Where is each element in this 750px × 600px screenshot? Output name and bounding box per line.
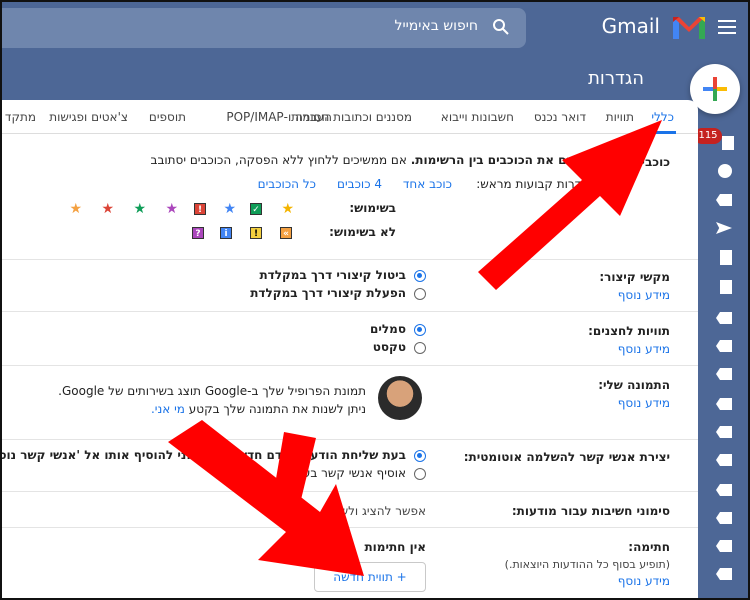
preset-1-star[interactable]: כוכב אחד bbox=[403, 177, 452, 191]
clock-icon[interactable] bbox=[718, 164, 732, 178]
orange-guillemet-icon[interactable]: » bbox=[280, 227, 292, 239]
auto-contacts-off-label: אוסיף אנשי קשר בע... bbox=[291, 466, 406, 480]
label-icon[interactable] bbox=[716, 454, 732, 466]
shortcuts-off-label: ביטול קיצורי דרך במקלדת bbox=[259, 268, 406, 282]
shortcuts-on-radio[interactable] bbox=[414, 288, 426, 300]
trash-icon[interactable] bbox=[720, 280, 732, 294]
importance-row: סימוני חשיבות עבור מודעות: אפשר להציג ול… bbox=[2, 492, 698, 528]
preset-all-stars[interactable]: כל הכוכבים bbox=[258, 177, 316, 191]
active-tab-indicator bbox=[642, 131, 676, 134]
purple-star-icon[interactable]: ★ bbox=[165, 202, 178, 216]
page-title: הגדרות bbox=[588, 68, 644, 89]
signature-more-info-link[interactable]: מידע נוסף bbox=[618, 574, 670, 588]
search-box[interactable]: חיפוש באימייל bbox=[2, 8, 526, 48]
inbox-icon[interactable] bbox=[722, 136, 734, 150]
plus-icon: + bbox=[392, 570, 407, 584]
label-icon[interactable] bbox=[716, 312, 732, 324]
label-icon[interactable] bbox=[716, 540, 732, 552]
signature-label: חתימה: bbox=[628, 540, 670, 554]
avatar[interactable] bbox=[378, 376, 422, 420]
important-icon[interactable] bbox=[716, 194, 732, 206]
create-new-button-label: תווית חדשה bbox=[333, 570, 393, 584]
search-input[interactable]: חיפוש באימייל bbox=[394, 18, 478, 34]
stars-label: כוכבים: bbox=[628, 155, 670, 169]
screenshot-frame: { "topbar": { "app_name": "Gmail", "sear… bbox=[0, 0, 750, 600]
settings-panel: כללי תוויות דואר נכנס חשבונות וייבוא מסנ… bbox=[2, 100, 698, 598]
tab-forwarding[interactable]: העברה ו-POP/IMAP bbox=[226, 110, 332, 124]
preset-4-stars[interactable]: 4 כוכבים bbox=[337, 177, 382, 191]
text-radio[interactable] bbox=[414, 342, 426, 354]
stars-description: גוררים את הכוכבים בין הרשימות. אם ממשיכי… bbox=[151, 153, 595, 167]
red-bang-icon[interactable]: ! bbox=[194, 203, 206, 215]
red-star-icon[interactable]: ★ bbox=[101, 202, 114, 216]
in-use-label: בשימוש: bbox=[349, 201, 396, 215]
presets-label: הגדרות קבועות מראש: bbox=[476, 177, 594, 191]
not-in-use-label: לא בשימוש: bbox=[329, 225, 396, 239]
auto-contacts-on-radio[interactable] bbox=[414, 450, 426, 462]
signature-sublabel: (תופיע בסוף כל ההודעות היוצאות.) bbox=[504, 558, 670, 571]
tab-chat[interactable]: צ'אטים ופגישות bbox=[49, 110, 128, 124]
label-icon[interactable] bbox=[716, 512, 732, 524]
main-menu-icon[interactable] bbox=[716, 16, 738, 38]
tab-addons[interactable]: תוספים bbox=[149, 110, 186, 124]
text-label: טקסט bbox=[372, 340, 406, 354]
create-new-button[interactable]: + תווית חדשה bbox=[314, 562, 426, 592]
icons-label: סמלים bbox=[370, 322, 406, 336]
auto-contacts-row: יצירת אנשי קשר להשלמה אוטומטית: בעת שליח… bbox=[2, 440, 698, 492]
shortcuts-more-info-link[interactable]: מידע נוסף bbox=[618, 288, 670, 302]
send-icon[interactable] bbox=[716, 222, 732, 234]
my-picture-row: התמונה שלי: מידע נוסף תמונת הפרופיל שלך … bbox=[2, 366, 698, 440]
stars-description-text: אם ממשיכים ללחוץ ללא הפסקה, הכוכבים יסתו… bbox=[150, 153, 411, 167]
top-bar: חיפוש באימייל Gmail bbox=[2, 2, 748, 54]
my-picture-more-info-link[interactable]: מידע נוסף bbox=[618, 396, 670, 410]
tab-labels[interactable]: תוויות bbox=[606, 110, 634, 124]
my-picture-text-2-prefix: ניתן לשנות את התמונה שלך בקטע bbox=[188, 402, 366, 416]
importance-label: סימוני חשיבות עבור מודעות: bbox=[511, 504, 670, 518]
shortcuts-off-radio[interactable] bbox=[414, 270, 426, 282]
importance-text: אפשר להציג ולשנות ... כאן. bbox=[283, 504, 426, 518]
button-labels-row: תוויות לחצנים: מידע נוסף סמלים טקסט bbox=[2, 312, 698, 366]
button-labels-more-info-link[interactable]: מידע נוסף bbox=[618, 342, 670, 356]
label-icon[interactable] bbox=[716, 368, 732, 380]
shortcuts-row: מקשי קיצור: מידע נוסף ביטול קיצורי דרך ב… bbox=[2, 260, 698, 312]
label-icon[interactable] bbox=[716, 484, 732, 496]
shortcuts-on-label: הפעלת קיצורי דרך במקלדת bbox=[250, 286, 406, 300]
tab-advanced[interactable]: מתקד bbox=[5, 110, 36, 124]
shortcuts-label: מקשי קיצור: bbox=[599, 270, 670, 284]
my-picture-text-1: תמונת הפרופיל שלך ב-Google תוצג בשירותים… bbox=[58, 384, 366, 398]
gmail-wordmark: Gmail bbox=[601, 14, 660, 38]
yellow-bang-icon[interactable]: ! bbox=[250, 227, 262, 239]
settings-tabs: כללי תוויות דואר נכנס חשבונות וייבוא מסנ… bbox=[2, 100, 698, 134]
green-star-icon[interactable]: ★ bbox=[133, 202, 146, 216]
draft-icon[interactable] bbox=[720, 250, 732, 265]
gmail-logo-icon[interactable] bbox=[672, 14, 706, 40]
button-labels-label: תוויות לחצנים: bbox=[588, 324, 670, 338]
auto-contacts-label: יצירת אנשי קשר להשלמה אוטומטית: bbox=[463, 450, 670, 464]
stars-description-bold: גוררים את הכוכבים בין הרשימות. bbox=[410, 153, 594, 167]
green-check-icon[interactable]: ✓ bbox=[250, 203, 262, 215]
auto-contacts-on-label: בעת שליחת הודעה לאדם חדש, ...שר אני להוס… bbox=[2, 448, 406, 462]
orange-star-icon[interactable]: ★ bbox=[69, 202, 82, 216]
label-icon[interactable] bbox=[716, 568, 732, 580]
label-icon[interactable] bbox=[716, 340, 732, 352]
blue-info-icon[interactable]: i bbox=[220, 227, 232, 239]
icons-radio[interactable] bbox=[414, 324, 426, 336]
auto-contacts-off-radio[interactable] bbox=[414, 468, 426, 480]
blue-star-icon[interactable]: ★ bbox=[223, 202, 236, 216]
tab-inbox[interactable]: דואר נכנס bbox=[534, 110, 586, 124]
purple-question-icon[interactable]: ? bbox=[192, 227, 204, 239]
search-icon[interactable] bbox=[492, 18, 510, 36]
tab-accounts[interactable]: חשבונות וייבוא bbox=[441, 110, 514, 124]
tab-general[interactable]: כללי bbox=[651, 110, 674, 124]
my-picture-text-2: ניתן לשנות את התמונה שלך בקטע מי אני. bbox=[151, 402, 366, 416]
label-icon[interactable] bbox=[716, 398, 732, 410]
about-me-link[interactable]: מי אני. bbox=[151, 402, 185, 416]
inbox-count-badge: 115 bbox=[694, 128, 722, 144]
yellow-star-icon[interactable]: ★ bbox=[281, 202, 294, 216]
my-picture-label: התמונה שלי: bbox=[598, 378, 670, 392]
no-signatures-text: אין חתימות bbox=[364, 540, 426, 554]
stars-row: כוכבים: גוררים את הכוכבים בין הרשימות. א… bbox=[2, 135, 698, 260]
label-icon[interactable] bbox=[716, 426, 732, 438]
